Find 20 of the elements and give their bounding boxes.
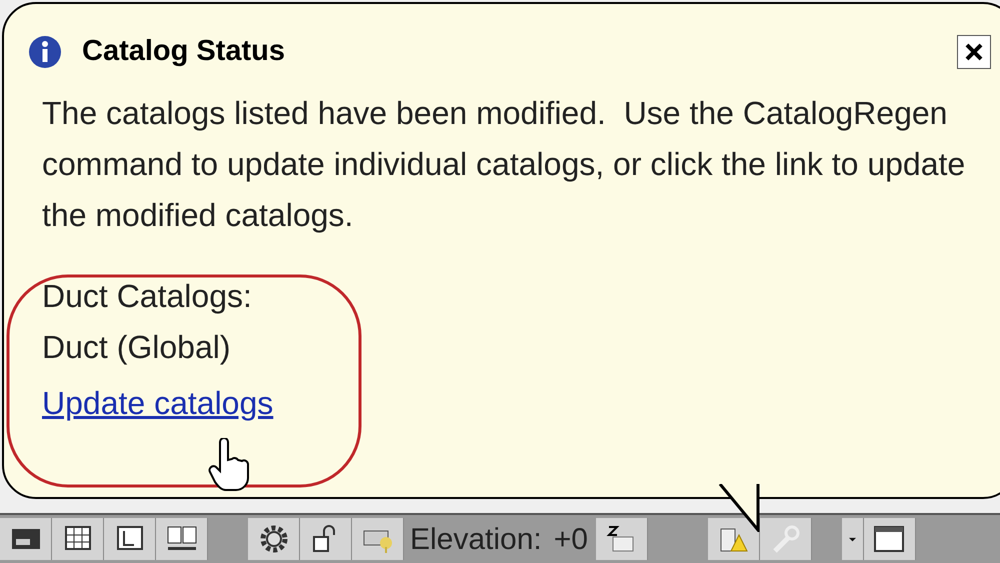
balloon-message: The catalogs listed have been modified. Use the CatalogRegen command to update individual catalogs, or click the link to update the modified catalogs. bbox=[42, 94, 966, 235]
elevation-value: +0 bbox=[554, 522, 588, 558]
model-icon[interactable] bbox=[0, 518, 52, 560]
close-icon bbox=[965, 42, 983, 61]
display-lamp-icon[interactable] bbox=[352, 518, 404, 560]
update-catalogs-link[interactable]: Update catalogs bbox=[42, 380, 274, 424]
catalog-group-label: Duct Catalogs: bbox=[42, 276, 252, 316]
warning-icon[interactable] bbox=[708, 518, 760, 560]
close-button[interactable] bbox=[957, 34, 991, 69]
hand-cursor-icon bbox=[208, 438, 252, 492]
viewports-icon[interactable] bbox=[156, 518, 208, 560]
layout-icon[interactable] bbox=[104, 518, 156, 560]
balloon-title: Catalog Status bbox=[82, 34, 286, 69]
unlock-icon[interactable] bbox=[300, 518, 352, 560]
info-icon bbox=[28, 34, 62, 69]
window-icon[interactable] bbox=[864, 518, 916, 560]
catalog-name: Duct (Global) bbox=[42, 328, 230, 367]
settings-icon[interactable] bbox=[248, 518, 300, 560]
grid-icon[interactable] bbox=[52, 518, 104, 560]
elevation-label: Elevation: bbox=[410, 522, 542, 558]
